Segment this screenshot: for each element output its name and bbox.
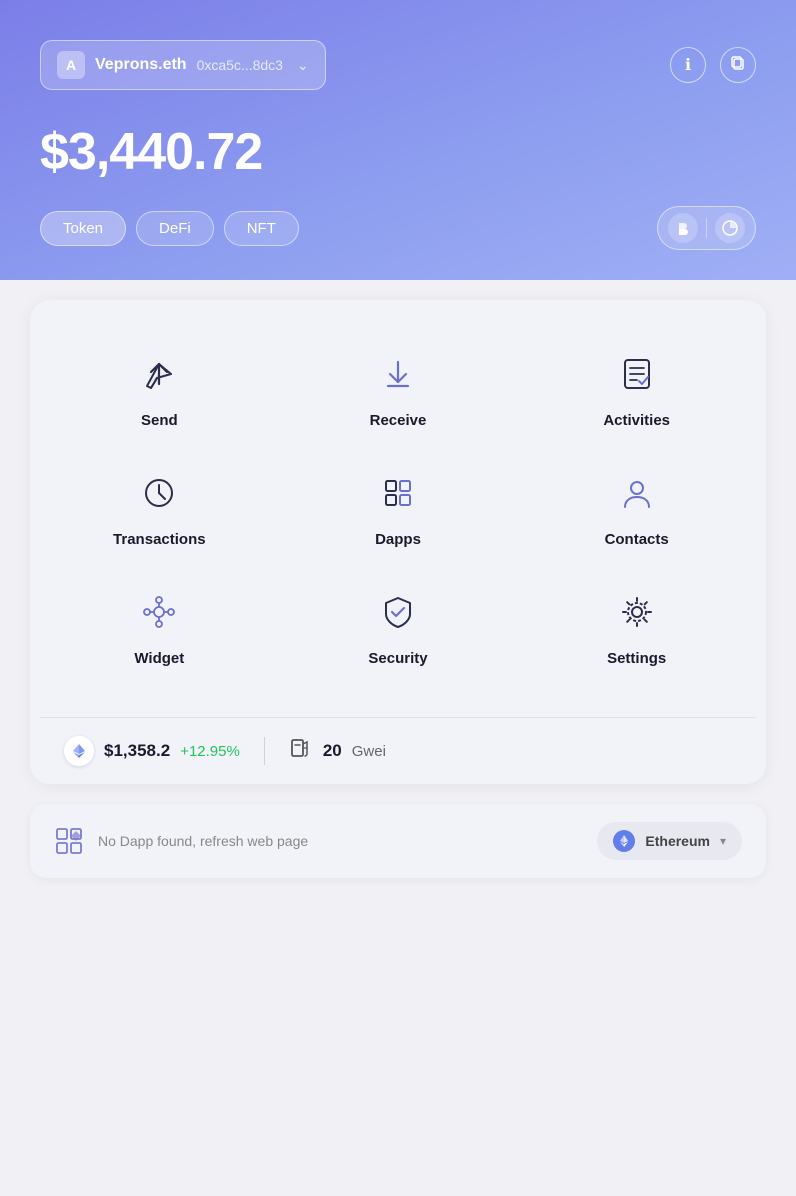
header: A Veprons.eth 0xca5c...8dc3 ⌄ ℹ $3,440.7… — [0, 0, 796, 280]
wallet-avatar: A — [57, 51, 85, 79]
receive-icon — [374, 350, 422, 398]
wallet-name: Veprons.eth — [95, 56, 187, 74]
ticker-divider — [264, 737, 265, 765]
action-settings[interactable]: Settings — [517, 568, 756, 687]
transactions-label: Transactions — [113, 531, 206, 548]
ethereum-logo — [613, 830, 635, 852]
ticker-price: $1,358.2 — [104, 741, 170, 761]
dapps-label: Dapps — [375, 531, 421, 548]
transactions-icon — [135, 469, 183, 517]
info-button[interactable]: ℹ — [670, 47, 706, 83]
action-widget[interactable]: Widget — [40, 568, 279, 687]
ticker-change: +12.95% — [180, 743, 240, 760]
header-icons: ℹ — [670, 47, 756, 83]
receive-label: Receive — [370, 412, 427, 429]
dapp-grid-icon — [54, 826, 84, 856]
action-contacts[interactable]: Contacts — [517, 449, 756, 568]
bottom-bar: No Dapp found, refresh web page Ethereum… — [30, 804, 766, 878]
network-icon-divider — [706, 218, 707, 238]
widget-label: Widget — [134, 650, 184, 667]
widget-icon — [135, 588, 183, 636]
gas-value: 20 — [323, 741, 342, 761]
tab-token[interactable]: Token — [40, 211, 126, 246]
contacts-label: Contacts — [605, 531, 669, 548]
activities-icon — [613, 350, 661, 398]
network-name: Ethereum — [645, 833, 710, 849]
activities-label: Activities — [603, 412, 670, 429]
address-pill[interactable]: A Veprons.eth 0xca5c...8dc3 ⌄ — [40, 40, 326, 90]
dapp-left: No Dapp found, refresh web page — [54, 826, 308, 856]
gas-icon — [289, 736, 313, 766]
gas-unit: Gwei — [352, 743, 386, 760]
settings-label: Settings — [607, 650, 666, 667]
info-icon: ℹ — [685, 55, 691, 75]
eth-logo — [64, 736, 94, 766]
action-dapps[interactable]: Dapps — [279, 449, 518, 568]
wallet-address: 0xca5c...8dc3 — [197, 57, 283, 73]
send-icon — [135, 350, 183, 398]
address-chevron-icon: ⌄ — [297, 57, 309, 74]
dapps-icon — [374, 469, 422, 517]
copy-button[interactable] — [720, 47, 756, 83]
network-icons[interactable] — [657, 206, 756, 250]
tab-nft[interactable]: NFT — [224, 211, 299, 246]
tab-defi[interactable]: DeFi — [136, 211, 214, 246]
tab-row: Token DeFi NFT — [40, 206, 756, 250]
address-bar: A Veprons.eth 0xca5c...8dc3 ⌄ ℹ — [40, 40, 756, 90]
network-select-button[interactable]: Ethereum ▾ — [597, 822, 742, 860]
ticker-row: $1,358.2 +12.95% 20 Gwei — [40, 717, 756, 784]
actions-grid: Send Receive — [40, 320, 756, 707]
ticker-right: 20 Gwei — [289, 736, 386, 766]
dropdown-arrow-icon: ▾ — [720, 834, 726, 848]
action-send[interactable]: Send — [40, 330, 279, 449]
balance-display: $3,440.72 — [40, 122, 756, 182]
security-label: Security — [368, 650, 427, 667]
network-chart-icon — [715, 213, 745, 243]
action-security[interactable]: Security — [279, 568, 518, 687]
network-b-icon — [668, 213, 698, 243]
send-label: Send — [141, 412, 178, 429]
contacts-icon — [613, 469, 661, 517]
security-icon — [374, 588, 422, 636]
main-card: Send Receive — [30, 300, 766, 784]
settings-icon — [613, 588, 661, 636]
dapp-message: No Dapp found, refresh web page — [98, 833, 308, 849]
copy-icon — [730, 55, 746, 76]
ticker-left: $1,358.2 +12.95% — [64, 736, 240, 766]
action-receive[interactable]: Receive — [279, 330, 518, 449]
action-activities[interactable]: Activities — [517, 330, 756, 449]
action-transactions[interactable]: Transactions — [40, 449, 279, 568]
